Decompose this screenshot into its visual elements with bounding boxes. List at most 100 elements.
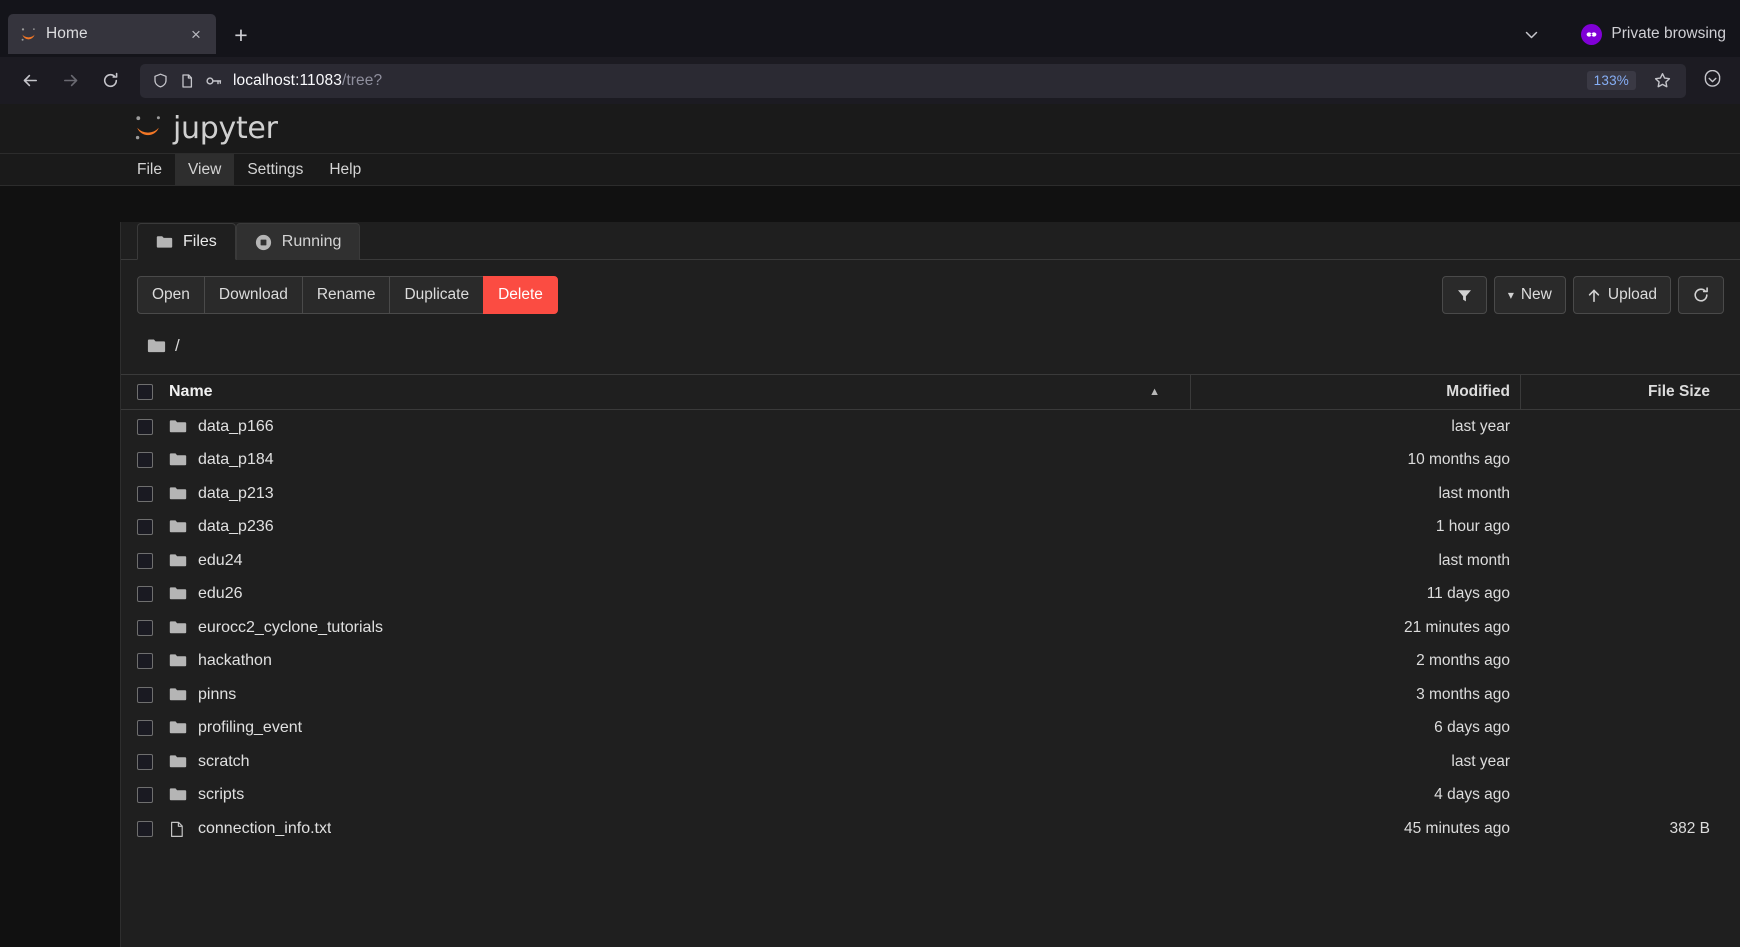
row-name-cell[interactable]: hackathon [169, 652, 1190, 670]
row-name-cell[interactable]: profiling_event [169, 719, 1190, 737]
sort-ascending-icon[interactable]: ▲ [1149, 386, 1182, 398]
filter-button[interactable] [1441, 276, 1487, 314]
row-checkbox-cell[interactable] [121, 552, 169, 569]
list-all-tabs-button[interactable] [1509, 16, 1553, 52]
table-row[interactable]: data_p213 last month [121, 477, 1740, 511]
breadcrumb[interactable]: / [121, 314, 1740, 374]
row-filesize [1520, 444, 1740, 478]
row-checkbox[interactable] [137, 787, 153, 804]
row-checkbox[interactable] [137, 753, 153, 770]
row-checkbox-cell[interactable] [121, 686, 169, 703]
row-checkbox-cell[interactable] [121, 820, 169, 837]
column-header-modified[interactable]: Modified [1190, 375, 1520, 409]
menu-item-settings[interactable]: Settings [234, 154, 316, 185]
row-checkbox-cell[interactable] [121, 418, 169, 435]
table-row[interactable]: connection_info.txt 45 minutes ago 382 B [121, 812, 1740, 846]
row-checkbox[interactable] [137, 619, 153, 636]
delete-button[interactable]: Delete [483, 276, 558, 314]
open-button[interactable]: Open [137, 276, 205, 314]
shield-icon[interactable] [152, 72, 169, 89]
key-icon[interactable] [205, 73, 223, 89]
bookmark-star-icon[interactable] [1646, 66, 1678, 96]
close-icon[interactable]: × [184, 22, 208, 46]
row-checkbox-cell[interactable] [121, 452, 169, 469]
row-checkbox-cell[interactable] [121, 753, 169, 770]
back-arrow-icon[interactable] [12, 64, 48, 98]
row-name-cell[interactable]: data_p236 [169, 518, 1190, 536]
row-checkbox[interactable] [137, 452, 153, 469]
table-row[interactable]: scripts 4 days ago [121, 779, 1740, 813]
jupyter-menubar: File View Settings Help [0, 153, 1740, 186]
row-checkbox-cell[interactable] [121, 787, 169, 804]
row-checkbox-cell[interactable] [121, 586, 169, 603]
zoom-level-badge[interactable]: 133% [1586, 71, 1636, 90]
select-all-checkbox-cell[interactable] [121, 384, 169, 400]
table-row[interactable]: data_p184 10 months ago [121, 444, 1740, 478]
url-text[interactable]: localhost:11083/tree? [233, 72, 1577, 90]
row-name-cell[interactable]: data_p213 [169, 485, 1190, 503]
new-tab-button[interactable]: + [224, 18, 258, 52]
row-modified: last year [1451, 752, 1510, 770]
folder-icon [169, 653, 187, 669]
row-checkbox[interactable] [137, 485, 153, 502]
tab-files[interactable]: Files [137, 223, 236, 260]
duplicate-button[interactable]: Duplicate [389, 276, 485, 314]
download-button[interactable]: Download [203, 276, 303, 314]
forward-arrow-icon[interactable] [52, 64, 88, 98]
rename-button[interactable]: Rename [301, 276, 391, 314]
tab-running[interactable]: Running [235, 223, 361, 260]
table-row[interactable]: data_p166 last year [121, 410, 1740, 444]
row-checkbox[interactable] [137, 418, 153, 435]
table-row[interactable]: hackathon 2 months ago [121, 645, 1740, 679]
table-row[interactable]: pinns 3 months ago [121, 678, 1740, 712]
row-name-cell[interactable]: data_p184 [169, 451, 1190, 469]
row-checkbox-cell[interactable] [121, 619, 169, 636]
table-row[interactable]: eurocc2_cyclone_tutorials 21 minutes ago [121, 611, 1740, 645]
refresh-icon [1692, 286, 1710, 304]
row-name-cell[interactable]: edu26 [169, 585, 1190, 603]
save-to-pocket-icon[interactable] [1696, 66, 1728, 96]
row-name-cell[interactable]: pinns [169, 686, 1190, 704]
column-header-name[interactable]: Name ▲ [169, 383, 1190, 401]
url-bar[interactable]: localhost:11083/tree? 133% [140, 63, 1686, 98]
row-name-cell[interactable]: scripts [169, 786, 1190, 804]
row-checkbox[interactable] [137, 720, 153, 737]
menu-item-file[interactable]: File [124, 154, 175, 185]
row-name-cell[interactable]: edu24 [169, 552, 1190, 570]
new-button[interactable]: ▾ New [1493, 276, 1566, 314]
table-row[interactable]: data_p236 1 hour ago [121, 511, 1740, 545]
reload-icon[interactable] [92, 64, 128, 98]
menu-item-view[interactable]: View [174, 154, 235, 185]
row-checkbox-cell[interactable] [121, 519, 169, 536]
row-checkbox-cell[interactable] [121, 653, 169, 670]
browser-tab-home[interactable]: Home × [8, 14, 216, 54]
select-all-checkbox[interactable] [137, 384, 153, 400]
upload-button[interactable]: Upload [1572, 276, 1671, 314]
table-row[interactable]: profiling_event 6 days ago [121, 712, 1740, 746]
menu-item-help[interactable]: Help [316, 154, 374, 185]
folder-icon [169, 620, 187, 636]
navigation-toolbar: localhost:11083/tree? 133% [0, 57, 1740, 104]
row-checkbox[interactable] [137, 820, 153, 837]
table-row[interactable]: edu26 11 days ago [121, 578, 1740, 612]
table-row[interactable]: edu24 last month [121, 544, 1740, 578]
browser-tab-title: Home [46, 25, 88, 42]
row-name-cell[interactable]: eurocc2_cyclone_tutorials [169, 619, 1190, 637]
row-name-cell[interactable]: scratch [169, 753, 1190, 771]
jupyter-logo[interactable]: jupyter [133, 111, 278, 146]
row-checkbox-cell[interactable] [121, 720, 169, 737]
row-name-cell[interactable]: data_p166 [169, 418, 1190, 436]
table-row[interactable]: scratch last year [121, 745, 1740, 779]
page-icon[interactable] [179, 73, 195, 89]
column-header-filesize[interactable]: File Size [1520, 375, 1740, 409]
row-checkbox-cell[interactable] [121, 485, 169, 502]
row-name-cell[interactable]: connection_info.txt [169, 820, 1190, 838]
row-modified: last year [1451, 417, 1510, 435]
row-checkbox[interactable] [137, 552, 153, 569]
row-checkbox[interactable] [137, 686, 153, 703]
folder-icon [169, 419, 187, 435]
refresh-button[interactable] [1678, 276, 1724, 314]
row-checkbox[interactable] [137, 653, 153, 670]
row-checkbox[interactable] [137, 586, 153, 603]
row-checkbox[interactable] [137, 519, 153, 536]
